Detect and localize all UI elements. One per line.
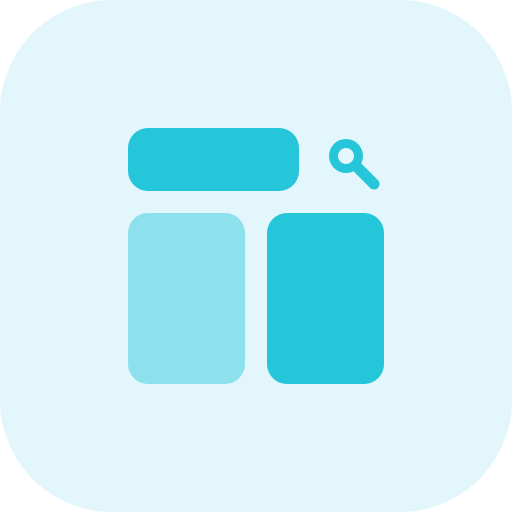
app-icon-tile	[0, 0, 512, 512]
magnifier-icon	[329, 139, 380, 190]
left-panel-shape	[128, 213, 245, 384]
search-bar-shape	[128, 128, 299, 191]
right-panel-shape	[267, 213, 384, 384]
